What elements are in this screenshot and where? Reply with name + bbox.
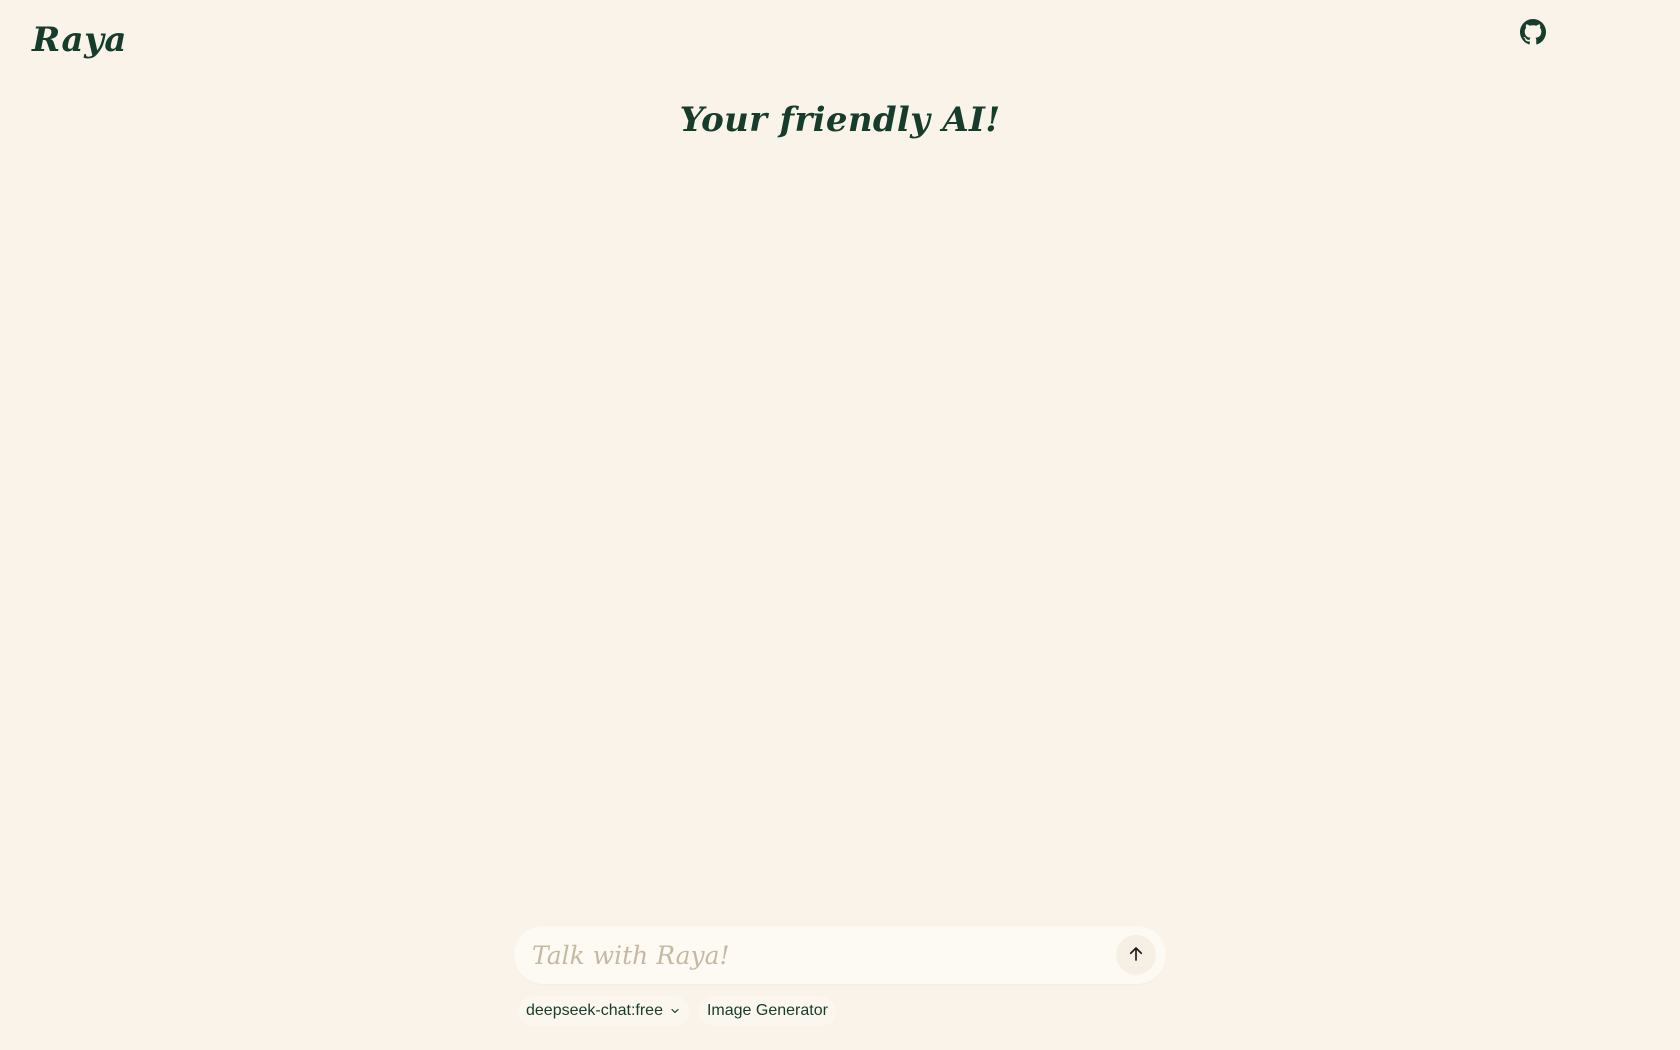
composer-options: deepseek-chat:free Image Generator xyxy=(518,996,836,1026)
image-generator-button[interactable]: Image Generator xyxy=(698,996,836,1026)
model-select-label: deepseek-chat:free xyxy=(526,1002,663,1019)
image-generator-label: Image Generator xyxy=(706,1002,828,1019)
brand-logo[interactable]: Raya xyxy=(32,20,127,60)
app-page: Raya Your friendly AI! deepseek-chat:fre… xyxy=(0,0,1680,1050)
arrow-up-icon xyxy=(1127,945,1145,966)
chat-input[interactable] xyxy=(532,940,1116,970)
page-title: Your friendly AI! xyxy=(679,100,1001,140)
send-button[interactable] xyxy=(1116,935,1156,975)
chat-composer xyxy=(514,926,1166,984)
chevron-down-icon xyxy=(669,1005,681,1017)
github-link[interactable] xyxy=(1519,18,1547,50)
model-select[interactable]: deepseek-chat:free xyxy=(518,996,689,1026)
github-icon xyxy=(1520,18,1546,50)
